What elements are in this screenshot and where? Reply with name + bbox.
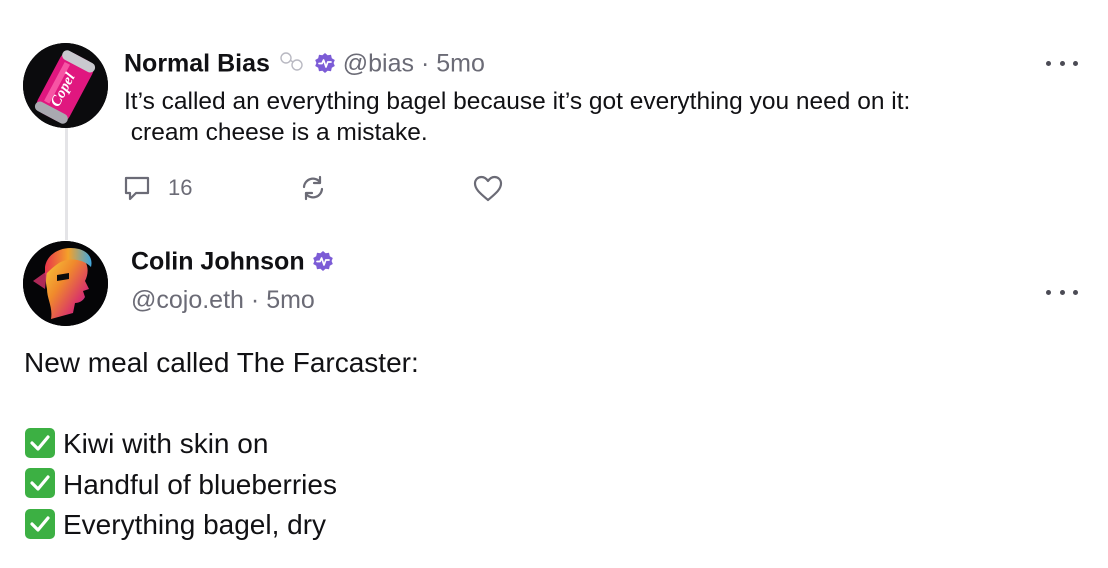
list-item: Everything bagel, dry <box>24 505 1084 546</box>
glasses-icon <box>277 49 307 73</box>
author-handle[interactable]: @cojo.eth <box>131 286 244 314</box>
verified-badge-icon <box>312 248 334 272</box>
post-subheader: @cojo.eth · 5mo <box>131 284 315 316</box>
post-time[interactable]: 5mo <box>436 49 485 77</box>
avatar[interactable]: Copel <box>23 43 108 128</box>
reply-count: 16 <box>168 175 193 200</box>
list-item-text: Everything bagel, dry <box>63 509 327 540</box>
post-text-line: It’s called an everything bagel because … <box>124 88 911 115</box>
recast-button[interactable] <box>298 172 328 204</box>
post-time[interactable]: 5mo <box>266 286 315 314</box>
reply-button[interactable]: 16 <box>122 172 192 204</box>
author-name[interactable]: Normal Bias <box>124 49 270 77</box>
check-mark-icon <box>25 508 55 539</box>
like-button[interactable] <box>472 172 504 204</box>
check-mark-icon <box>25 427 55 458</box>
verified-badge-icon <box>314 50 336 74</box>
post-text: It’s called an everything bagel because … <box>124 86 1064 148</box>
check-mark-icon <box>25 468 55 499</box>
author-handle[interactable]: @bias <box>343 49 414 77</box>
list-item-text: Kiwi with skin on <box>63 428 269 459</box>
avatar-image: Copel <box>23 43 108 128</box>
post-text: New meal called The Farcaster: Kiwi with… <box>24 343 1084 546</box>
post-header: Colin Johnson <box>131 244 334 277</box>
list-item: Handful of blueberries <box>24 465 1084 506</box>
more-icon[interactable] <box>1046 287 1078 297</box>
thread-connector-line <box>65 128 68 240</box>
list-item: Kiwi with skin on <box>24 424 1084 465</box>
author-name[interactable]: Colin Johnson <box>131 247 305 275</box>
avatar[interactable] <box>23 241 108 326</box>
post-text-line: New meal called The Farcaster: <box>24 347 419 378</box>
avatar-image <box>23 241 108 326</box>
recast-icon <box>302 175 324 201</box>
more-icon[interactable] <box>1046 58 1078 68</box>
separator: · <box>250 286 260 314</box>
separator: · <box>420 49 430 78</box>
list-item-text: Handful of blueberries <box>63 468 337 500</box>
reply-icon <box>124 176 150 201</box>
post-text-line: cream cheese is a mistake. <box>124 119 428 146</box>
post-header: Normal Bias @bias · 5mo <box>124 46 485 79</box>
heart-icon <box>473 175 503 202</box>
